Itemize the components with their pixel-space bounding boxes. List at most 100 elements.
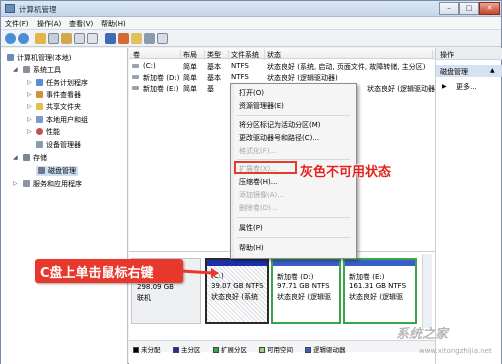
logical-drive-bar bbox=[273, 260, 339, 266]
callout-gray-unavailable: 灰色不可用状态 bbox=[300, 165, 392, 180]
collapse-arrow-icon[interactable]: ▷ bbox=[27, 103, 32, 110]
more-actions-link[interactable]: 更多... bbox=[456, 82, 477, 92]
disk-management-icon bbox=[38, 167, 45, 174]
tree-local-users[interactable]: 本地用户和组 bbox=[36, 115, 88, 125]
computer-management-icon bbox=[5, 4, 15, 13]
menu-item-explorer[interactable]: 资源管理器(E) bbox=[239, 101, 284, 111]
menu-separator bbox=[237, 217, 350, 218]
watermark-url: www.xitongzhijia.net bbox=[419, 347, 492, 355]
navigation-tree: 计算机管理(本地) ◢ 系统工具 ▷ 任务计划程序 ▷ 事件查看器 ▷ 共享文件… bbox=[1, 48, 128, 364]
more-arrow-icon: ▶ bbox=[442, 83, 447, 90]
tree-event-viewer[interactable]: 事件查看器 bbox=[36, 90, 81, 100]
delete-icon[interactable] bbox=[118, 33, 129, 44]
tree-shared-folders[interactable]: 共享文件夹 bbox=[36, 102, 81, 112]
performance-icon bbox=[36, 128, 43, 135]
collapse-arrow-icon[interactable]: ▷ bbox=[27, 128, 32, 135]
device-manager-icon bbox=[36, 141, 43, 148]
col-volume[interactable]: 卷 bbox=[131, 50, 181, 60]
menu-item-mark-active[interactable]: 将分区标记为活动分区(M) bbox=[239, 120, 321, 130]
help-icon[interactable] bbox=[74, 33, 85, 44]
legend: 未分配 主分区 扩展分区 可用空间 逻辑驱动器 bbox=[129, 340, 435, 354]
volume-list-header: 卷 布局 类型 文件系统 状态 bbox=[129, 48, 435, 60]
logical-drive-bar bbox=[345, 260, 415, 266]
tree-disk-management[interactable]: 磁盘管理 bbox=[36, 166, 78, 176]
computer-icon bbox=[7, 54, 14, 61]
volume-icon bbox=[132, 75, 139, 79]
expand-arrow-icon[interactable]: ◢ bbox=[13, 154, 18, 161]
legend-extended: 扩展分区 bbox=[213, 344, 247, 354]
legend-logical-drive: 逻辑驱动器 bbox=[305, 344, 346, 354]
partition-d[interactable]: 新加卷 (D:) 97.71 GB NTFS 状态良好 (逻辑驱 bbox=[271, 258, 341, 324]
tree-services-apps[interactable]: 服务和应用程序 bbox=[23, 179, 82, 189]
menu-item-open[interactable]: 打开(O) bbox=[239, 88, 264, 98]
menu-item-add-mirror: 添加镜像(A)... bbox=[239, 191, 284, 199]
menu-separator bbox=[237, 115, 350, 116]
watermark-brand: 系统之家 bbox=[396, 327, 449, 342]
col-status[interactable]: 状态 bbox=[265, 50, 433, 60]
menu-item-change-drive-letter[interactable]: 更改驱动器号和路径(C)... bbox=[239, 133, 319, 143]
actions-pane: 操作 磁盘管理 ▲ ▶ 更多... bbox=[435, 48, 502, 364]
collapse-arrow-icon[interactable]: ▷ bbox=[27, 91, 32, 98]
col-filesystem[interactable]: 文件系统 bbox=[229, 50, 265, 60]
vertical-scrollbar[interactable] bbox=[422, 254, 432, 328]
volume-icon bbox=[132, 64, 139, 68]
expand-arrow-icon[interactable]: ◢ bbox=[13, 66, 18, 73]
clock-icon bbox=[36, 79, 43, 86]
table-row[interactable]: (C:) 简单 基本 NTFS 状态良好 (系统, 启动, 页面文件, 故障转储… bbox=[129, 61, 435, 71]
tree-task-scheduler[interactable]: 任务计划程序 bbox=[36, 78, 88, 88]
forward-icon[interactable] bbox=[18, 33, 29, 44]
users-icon bbox=[36, 116, 43, 123]
legend-unallocated: 未分配 bbox=[133, 344, 161, 354]
services-icon bbox=[23, 180, 30, 187]
menu-item-shrink-volume[interactable]: 压缩卷(H)... bbox=[239, 177, 277, 187]
tools-icon bbox=[23, 66, 30, 73]
volume-icon bbox=[132, 86, 139, 90]
menu-bar: 文件(F) 操作(A) 查看(V) 帮助(H) bbox=[1, 17, 501, 30]
col-type[interactable]: 类型 bbox=[205, 50, 229, 60]
back-icon[interactable] bbox=[5, 33, 16, 44]
menu-help[interactable]: 帮助(H) bbox=[101, 19, 126, 29]
menu-file[interactable]: 文件(F) bbox=[5, 19, 29, 29]
collapse-arrow-icon[interactable]: ▷ bbox=[27, 116, 32, 123]
computer-management-window: 计算机管理 – □ ✕ 文件(F) 操作(A) 查看(V) 帮助(H) 计算机管… bbox=[0, 0, 502, 364]
list-view-icon[interactable] bbox=[157, 33, 168, 44]
toolbar bbox=[1, 30, 501, 47]
menu-item-help[interactable]: 帮助(H) bbox=[239, 243, 264, 253]
close-button[interactable]: ✕ bbox=[479, 2, 500, 15]
maximize-button[interactable]: □ bbox=[459, 2, 479, 15]
col-layout[interactable]: 布局 bbox=[181, 50, 205, 60]
folder-icon bbox=[36, 103, 43, 110]
collapse-arrow-icon[interactable]: ▷ bbox=[27, 79, 32, 86]
tree-system-tools[interactable]: 系统工具 bbox=[23, 65, 61, 75]
tree-storage[interactable]: 存储 bbox=[23, 153, 47, 163]
open-folder-icon[interactable] bbox=[131, 33, 142, 44]
disk-status: 联机 bbox=[137, 294, 151, 302]
tree-performance[interactable]: 性能 bbox=[36, 127, 60, 137]
collapse-arrow-icon[interactable]: ▲ bbox=[490, 67, 495, 74]
menu-separator bbox=[237, 237, 350, 238]
legend-primary: 主分区 bbox=[173, 344, 201, 354]
partition-e[interactable]: 新加卷 (E:) 161.31 GB NTFS 状态良好 (逻辑驱 bbox=[343, 258, 417, 324]
search-icon[interactable] bbox=[144, 33, 155, 44]
menu-item-properties[interactable]: 属性(P) bbox=[239, 223, 263, 233]
tree-root[interactable]: 计算机管理(本地) bbox=[7, 53, 71, 63]
view-icon[interactable] bbox=[87, 33, 98, 44]
minimize-button[interactable]: – bbox=[439, 2, 459, 15]
menu-action[interactable]: 操作(A) bbox=[37, 19, 61, 29]
collapse-arrow-icon[interactable]: ▷ bbox=[13, 180, 18, 187]
disk-icon[interactable] bbox=[105, 33, 116, 44]
legend-free-space: 可用空间 bbox=[259, 344, 293, 354]
up-folder-icon[interactable] bbox=[35, 33, 46, 44]
actions-header: 操作 bbox=[436, 48, 502, 60]
event-icon bbox=[36, 91, 43, 98]
disk-size: 298.09 GB bbox=[137, 283, 174, 291]
window-title: 计算机管理 bbox=[19, 5, 57, 14]
callout-right-click: C盘上单击鼠标右键 bbox=[35, 259, 183, 283]
table-row[interactable]: 新加卷 (D:) 简单 基本 NTFS 状态良好 (逻辑驱动器) bbox=[129, 72, 435, 82]
title-bar: 计算机管理 – □ ✕ bbox=[1, 1, 501, 17]
show-hide-tree-icon[interactable] bbox=[48, 33, 59, 44]
tree-device-manager[interactable]: 设备管理器 bbox=[36, 140, 81, 150]
properties-icon[interactable] bbox=[61, 33, 72, 44]
menu-view[interactable]: 查看(V) bbox=[69, 19, 93, 29]
menu-item-format: 格式化(F)... bbox=[239, 147, 277, 155]
